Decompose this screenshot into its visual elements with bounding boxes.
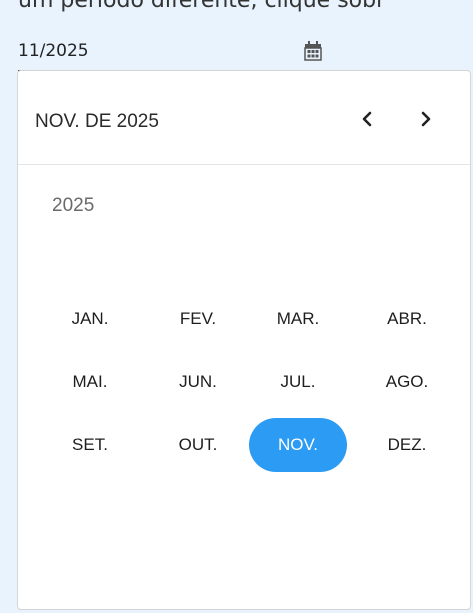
previous-button[interactable]	[349, 101, 385, 137]
next-button[interactable]	[408, 101, 444, 137]
month-feb[interactable]: FEV.	[149, 292, 247, 346]
month-mar[interactable]: MAR.	[249, 292, 347, 346]
chevron-right-icon	[421, 111, 431, 127]
month-jan[interactable]: JAN.	[41, 292, 139, 346]
month-apr[interactable]: ABR.	[358, 292, 456, 346]
picker-header: NOV. DE 2025	[18, 71, 470, 165]
month-dec[interactable]: DEZ.	[358, 418, 456, 472]
month-jun[interactable]: JUN.	[149, 355, 247, 409]
month-picker-panel: NOV. DE 2025 2025 JAN. FEV. MAR. ABR. MA…	[17, 70, 471, 610]
instruction-text: um período diferente, clique sobr	[18, 0, 386, 13]
month-sep[interactable]: SET.	[41, 418, 139, 472]
month-year-field[interactable]	[18, 36, 326, 71]
date-input[interactable]	[18, 36, 288, 66]
year-label[interactable]: 2025	[52, 195, 94, 217]
month-may[interactable]: MAI.	[41, 355, 139, 409]
month-aug[interactable]: AGO.	[358, 355, 456, 409]
month-oct[interactable]: OUT.	[149, 418, 247, 472]
month-jul[interactable]: JUL.	[249, 355, 347, 409]
period-label[interactable]: NOV. DE 2025	[35, 111, 159, 133]
chevron-left-icon	[362, 111, 372, 127]
month-nov-selected[interactable]: NOV.	[249, 418, 347, 472]
calendar-icon[interactable]	[303, 40, 323, 62]
